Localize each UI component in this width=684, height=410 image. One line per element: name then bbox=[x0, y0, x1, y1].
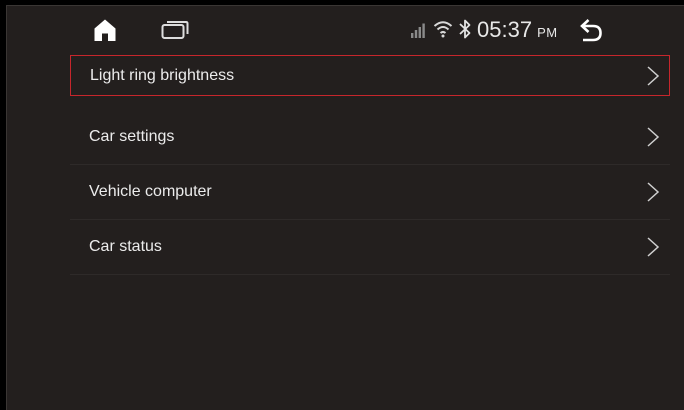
home-icon[interactable] bbox=[93, 18, 117, 42]
menu-item-label: Car settings bbox=[89, 128, 175, 145]
signal-icon bbox=[411, 23, 425, 38]
head-unit-screen: 05:37 PM Light ring brightness Car settin… bbox=[7, 6, 684, 410]
menu-item-label: Light ring brightness bbox=[90, 66, 235, 84]
menu-item-label: Car status bbox=[89, 238, 162, 255]
status-bar: 05:37 PM bbox=[7, 6, 684, 54]
clock-time: 05:37 bbox=[477, 17, 533, 42]
chevron-right-icon bbox=[647, 237, 660, 257]
clock-ampm: PM bbox=[537, 25, 558, 40]
clock: 05:37 PM bbox=[477, 17, 558, 43]
wifi-icon bbox=[433, 21, 453, 38]
menu-item-light-ring-brightness[interactable]: Light ring brightness bbox=[70, 55, 670, 96]
menu-item-vehicle-computer[interactable]: Vehicle computer bbox=[70, 165, 670, 220]
menu-item-car-status[interactable]: Car status bbox=[70, 220, 670, 275]
recent-apps-icon[interactable] bbox=[161, 20, 189, 40]
chevron-right-icon bbox=[647, 65, 660, 86]
chevron-right-icon bbox=[647, 127, 660, 147]
menu-item-label: Vehicle computer bbox=[89, 183, 212, 200]
bluetooth-icon bbox=[459, 19, 471, 39]
back-icon[interactable] bbox=[578, 18, 604, 42]
menu-item-car-settings[interactable]: Car settings bbox=[70, 110, 670, 165]
settings-menu: Light ring brightness Car settings Vehic… bbox=[70, 55, 670, 275]
chevron-right-icon bbox=[647, 182, 660, 202]
